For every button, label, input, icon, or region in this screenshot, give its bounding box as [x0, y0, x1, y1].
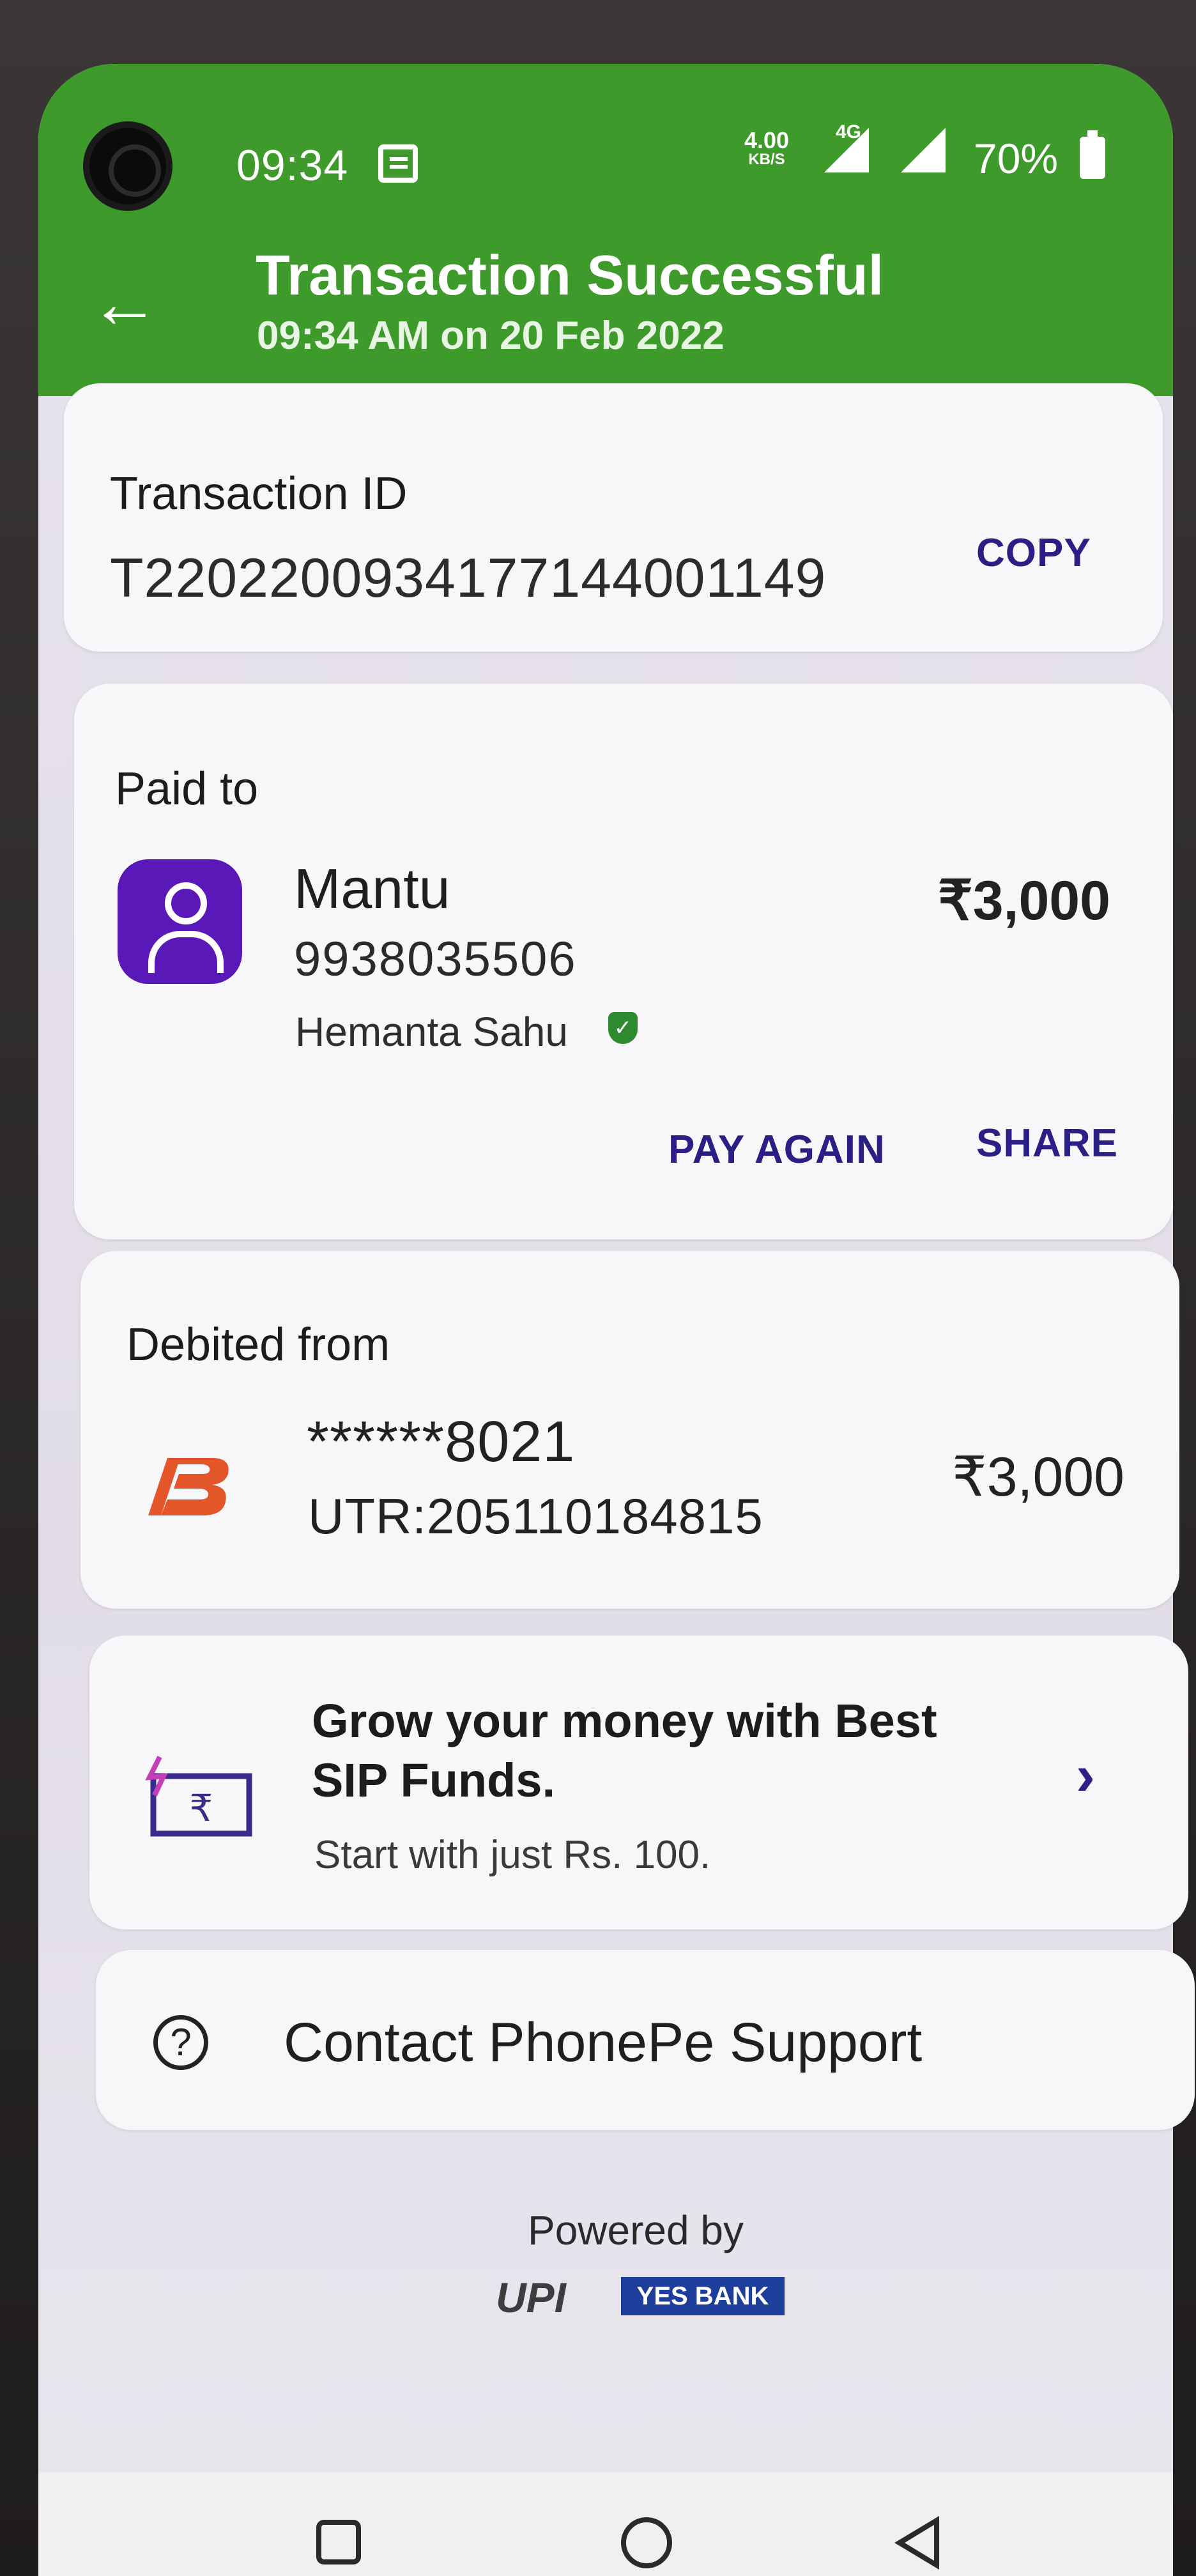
help-question-icon: ?	[153, 2015, 208, 2070]
debit-utr: UTR:205110184815	[308, 1488, 763, 1544]
share-button[interactable]: SHARE	[976, 1121, 1118, 1166]
back-arrow-icon[interactable]: ←	[89, 268, 160, 339]
copy-button[interactable]: COPY	[976, 530, 1091, 576]
person-icon-body	[148, 931, 224, 973]
upi-logo: UPI	[496, 2274, 567, 2321]
contact-support-label[interactable]: Contact PhonePe Support	[284, 2011, 922, 2074]
debited-from-card	[80, 1251, 1179, 1609]
payee-legal-name: Hemanta Sahu	[295, 1009, 568, 1055]
payee-phone: 9938035506	[294, 932, 577, 986]
chevron-right-icon[interactable]: ›	[1076, 1743, 1095, 1809]
payee-avatar	[118, 859, 242, 984]
sip-rupee-card-icon: ₹	[145, 1756, 252, 1837]
yes-bank-logo: YES BANK	[621, 2277, 785, 2315]
battery-icon	[1080, 130, 1105, 179]
promo-title-line1: Grow your money with Best	[312, 1694, 937, 1747]
promo-title-line2: SIP Funds.	[312, 1753, 556, 1807]
network-speed-unit: KB/S	[748, 151, 785, 168]
promo-title: Grow your money with Best SIP Funds.	[312, 1692, 937, 1810]
network-speed: 4.00 KB/S	[735, 129, 799, 167]
home-icon[interactable]	[621, 2517, 672, 2568]
system-navigation-bar	[38, 2472, 1173, 2576]
paid-to-label: Paid to	[115, 763, 259, 815]
powered-by-label: Powered by	[528, 2207, 744, 2253]
svg-text:₹: ₹	[190, 1786, 213, 1830]
pay-again-button[interactable]: PAY AGAIN	[668, 1127, 885, 1172]
payee-name: Mantu	[294, 857, 450, 920]
message-notification-icon	[378, 144, 418, 183]
battery-percentage: 70%	[974, 135, 1059, 182]
person-icon-head	[165, 882, 207, 924]
front-camera	[83, 121, 172, 211]
verified-badge-icon: ✓	[608, 1012, 638, 1044]
mobile-signal-icon-2	[901, 128, 946, 172]
network-speed-value: 4.00	[744, 127, 790, 153]
paid-amount: ₹3,000	[938, 870, 1110, 931]
page-title: Transaction Successful	[256, 243, 884, 307]
mobile-signal-icon	[824, 128, 869, 172]
promo-subtitle: Start with just Rs. 100.	[314, 1833, 711, 1877]
debited-from-label: Debited from	[126, 1319, 390, 1370]
page-subtitle: 09:34 AM on 20 Feb 2022	[257, 314, 724, 358]
debit-account-number: ******8021	[307, 1410, 576, 1474]
debited-amount: ₹3,000	[952, 1446, 1124, 1508]
back-triangle-icon[interactable]	[894, 2516, 939, 2570]
recent-apps-icon[interactable]	[316, 2520, 361, 2564]
status-time: 09:34	[236, 141, 349, 190]
bank-of-baroda-logo-icon	[148, 1458, 229, 1515]
transaction-id-label: Transaction ID	[110, 468, 408, 519]
transaction-id-value: T2202200934177144001149	[110, 548, 827, 609]
